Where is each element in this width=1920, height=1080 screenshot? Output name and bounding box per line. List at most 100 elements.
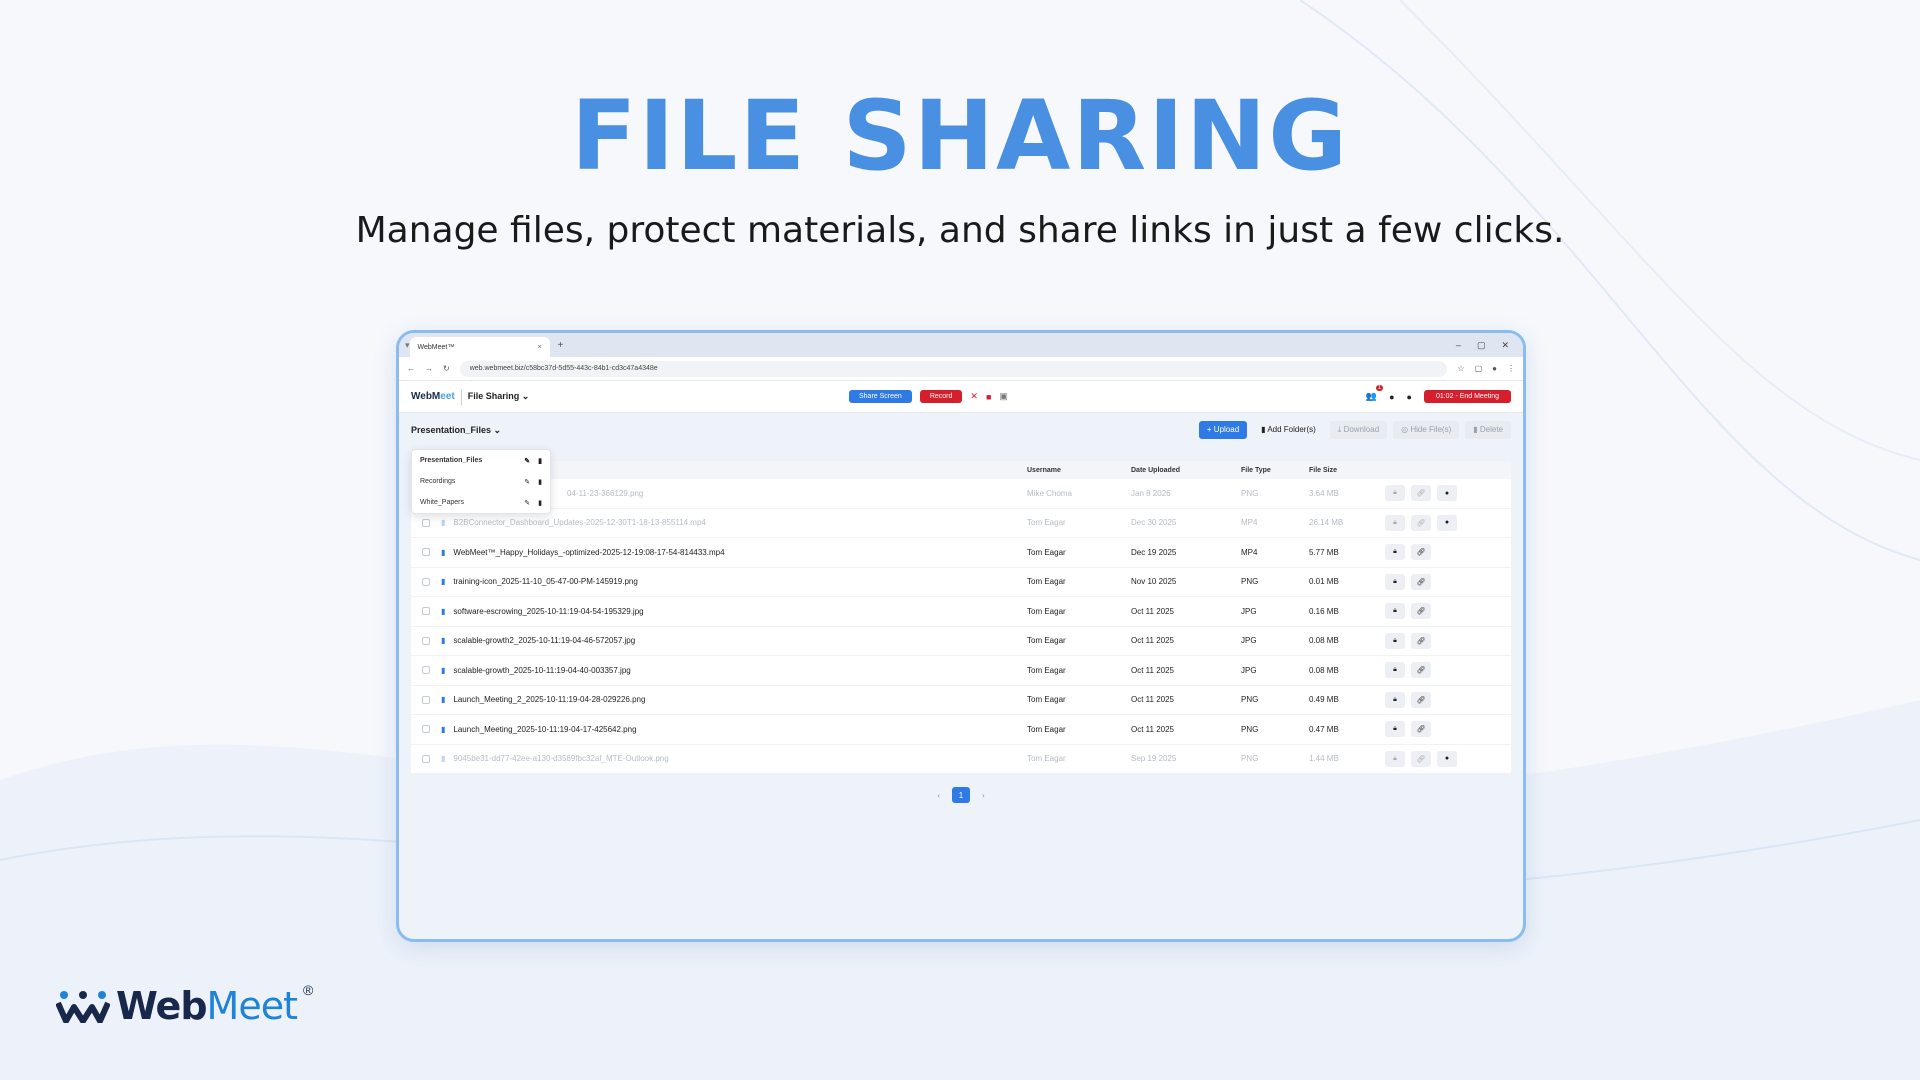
file-size: 5.77 MB bbox=[1309, 547, 1339, 557]
next-page-button[interactable]: › bbox=[982, 791, 985, 800]
lock-icon[interactable]: 🔒︎ bbox=[1385, 603, 1405, 620]
row-checkbox[interactable] bbox=[422, 518, 430, 527]
table-row[interactable]: ▮ training-icon_2025-11-10_05-47-00-PM-14… bbox=[411, 568, 1511, 597]
row-checkbox[interactable] bbox=[422, 695, 430, 704]
back-icon[interactable]: ← bbox=[407, 364, 415, 373]
link-icon[interactable]: 🔗︎ bbox=[1411, 514, 1431, 531]
bookmark-star-icon[interactable]: ☆ bbox=[1457, 364, 1464, 373]
table-row[interactable]: ▮ Launch_Meeting_2025-10-11:19-04-17-4256… bbox=[411, 715, 1511, 745]
column-username[interactable]: Username bbox=[1027, 467, 1131, 474]
table-row[interactable]: ▮ WebMeet™_Happy_Holidays_-optimized-2025… bbox=[411, 538, 1511, 568]
file-name[interactable]: scalable-growth_2025-10-11:19-04-40-0033… bbox=[453, 666, 630, 675]
lock-icon[interactable]: 🔒︎ bbox=[1385, 544, 1405, 561]
maximize-button[interactable]: ▢ bbox=[1477, 340, 1486, 351]
download-button[interactable]: ⤓ Download bbox=[1329, 421, 1388, 439]
lock-icon[interactable]: 🔒︎ bbox=[1385, 750, 1405, 767]
link-icon[interactable]: 🔗︎ bbox=[1411, 603, 1431, 620]
file-name[interactable]: Launch_Meeting_2_2025-10-11:19-04-28-029… bbox=[453, 695, 645, 704]
browser-tab[interactable]: WebMeet™ × bbox=[409, 337, 550, 357]
table-row[interactable]: ▮ B2BConnector_Dashboard_Updates-2025-12-… bbox=[411, 509, 1511, 538]
lock-icon[interactable]: 🔒︎ bbox=[1385, 514, 1405, 531]
table-row[interactable]: ▮ scalable-growth2_2025-10-11:19-04-46-57… bbox=[411, 627, 1511, 656]
reload-icon[interactable]: ↻ bbox=[443, 364, 450, 373]
row-checkbox[interactable] bbox=[422, 666, 430, 675]
row-checkbox[interactable] bbox=[422, 754, 430, 763]
info-icon[interactable]: ● bbox=[1407, 392, 1412, 402]
link-icon[interactable]: 🔗︎ bbox=[1411, 721, 1431, 738]
lock-icon[interactable]: 🔒︎ bbox=[1385, 573, 1405, 590]
lock-icon[interactable]: 🔒︎ bbox=[1385, 721, 1405, 738]
row-checkbox[interactable] bbox=[422, 607, 430, 616]
delete-button[interactable]: ▮ Delete bbox=[1465, 421, 1511, 439]
trash-icon[interactable]: ▮ bbox=[538, 457, 542, 465]
trash-icon[interactable]: ▮ bbox=[538, 499, 542, 507]
table-row[interactable]: ▮ scalable-growth_2025-10-11:19-04-40-003… bbox=[411, 656, 1511, 686]
table-row[interactable]: ▮ software-escrowing_2025-10-11:19-04-54-… bbox=[411, 597, 1511, 627]
lock-icon[interactable]: 🔒︎ bbox=[1385, 691, 1405, 708]
lock-icon[interactable]: 🔒︎ bbox=[1385, 632, 1405, 649]
new-tab-button[interactable]: + bbox=[558, 340, 564, 351]
section-selector[interactable]: File Sharing ⌄ bbox=[468, 391, 530, 402]
prev-page-button[interactable]: ‹ bbox=[937, 791, 940, 800]
row-checkbox[interactable] bbox=[422, 577, 430, 586]
trash-icon[interactable]: ▮ bbox=[538, 478, 542, 486]
lock-icon[interactable]: 🔒︎ bbox=[1385, 662, 1405, 679]
column-date[interactable]: Date Uploaded bbox=[1131, 467, 1241, 474]
file-name[interactable]: software-escrowing_2025-10-11:19-04-54-1… bbox=[453, 607, 643, 616]
folder-item[interactable]: White_Papers ✎ ▮ bbox=[412, 492, 550, 513]
menu-kebab-icon[interactable]: ⋮ bbox=[1507, 364, 1515, 373]
table-row[interactable]: ▮ 9045be31-dd77-42ee-a130-d3589fbc32af_MT… bbox=[411, 745, 1511, 774]
camera-off-icon[interactable]: ■ bbox=[986, 392, 991, 402]
captions-icon[interactable]: ▣ bbox=[999, 391, 1008, 402]
column-size[interactable]: File Size bbox=[1309, 467, 1385, 474]
file-name[interactable]: B2BConnector_Dashboard_Updates-2025-12-3… bbox=[453, 518, 705, 527]
link-icon[interactable]: 🔗︎ bbox=[1411, 485, 1431, 502]
edit-icon[interactable]: ✎ bbox=[524, 478, 530, 486]
file-name[interactable]: scalable-growth2_2025-10-11:19-04-46-572… bbox=[453, 636, 635, 645]
table-row[interactable]: ▮ Launch_Meeting_2_2025-10-11:19-04-28-02… bbox=[411, 686, 1511, 715]
link-icon[interactable]: 🔗︎ bbox=[1411, 544, 1431, 561]
column-type[interactable]: File Type bbox=[1241, 467, 1309, 474]
hide-files-button[interactable]: ◎ Hide File(s) bbox=[1393, 421, 1460, 439]
link-icon[interactable]: 🔗︎ bbox=[1411, 632, 1431, 649]
row-checkbox[interactable] bbox=[422, 548, 430, 557]
eye-icon[interactable]: ● bbox=[1437, 485, 1457, 502]
extensions-icon[interactable]: ▢ bbox=[1475, 364, 1483, 373]
participants-icon[interactable]: 👥 1 bbox=[1366, 385, 1384, 402]
edit-icon[interactable]: ✎ bbox=[524, 499, 530, 507]
file-name[interactable]: 04-11-23-366129.png bbox=[567, 489, 643, 498]
eye-icon[interactable]: ● bbox=[1437, 750, 1457, 767]
file-name[interactable]: training-icon_2025-11-10_05-47-00-PM-145… bbox=[453, 577, 637, 586]
profile-icon[interactable]: ● bbox=[1492, 364, 1497, 373]
file-name[interactable]: WebMeet™_Happy_Holidays_-optimized-2025-… bbox=[453, 548, 724, 557]
share-screen-button[interactable]: Share Screen bbox=[849, 390, 912, 403]
file-name[interactable]: 9045be31-dd77-42ee-a130-d3589fbc32af_MTE… bbox=[453, 754, 668, 763]
close-window-button[interactable]: ✕ bbox=[1501, 340, 1509, 351]
folder-selector[interactable]: Presentation_Files ⌄ bbox=[411, 425, 501, 436]
chat-icon[interactable]: ● bbox=[1389, 392, 1394, 402]
table-row[interactable]: 04-11-23-366129.png Mike Choma Jan 8 2026 P… bbox=[411, 479, 1511, 509]
record-button[interactable]: Record bbox=[919, 390, 963, 403]
chevron-down-icon[interactable]: ▾ bbox=[405, 340, 410, 351]
add-folder-button[interactable]: ▮ Add Folder(s) bbox=[1253, 421, 1324, 439]
folder-item[interactable]: Presentation_Files ✎ ▮ bbox=[412, 450, 550, 471]
lock-icon[interactable]: 🔒︎ bbox=[1385, 485, 1405, 502]
link-icon[interactable]: 🔗︎ bbox=[1411, 750, 1431, 767]
link-icon[interactable]: 🔗︎ bbox=[1411, 573, 1431, 590]
end-meeting-button[interactable]: 01:02 - End Meeting bbox=[1423, 390, 1511, 403]
eye-icon[interactable]: ● bbox=[1437, 514, 1457, 531]
file-name[interactable]: Launch_Meeting_2025-10-11:19-04-17-42564… bbox=[453, 725, 636, 734]
row-checkbox[interactable] bbox=[422, 725, 430, 734]
link-icon[interactable]: 🔗︎ bbox=[1411, 691, 1431, 708]
link-icon[interactable]: 🔗︎ bbox=[1411, 662, 1431, 679]
forward-icon[interactable]: → bbox=[425, 364, 433, 373]
mic-off-icon[interactable]: ✕ bbox=[970, 391, 978, 402]
upload-button[interactable]: + Upload bbox=[1198, 421, 1248, 439]
minimize-button[interactable]: – bbox=[1456, 340, 1461, 351]
page-1-button[interactable]: 1 bbox=[952, 787, 970, 803]
url-field[interactable]: web.webmeet.biz/c58bc37d-5d55-443c-84b1-… bbox=[459, 360, 1448, 377]
close-tab-icon[interactable]: × bbox=[537, 344, 541, 351]
folder-item[interactable]: Recordings ✎ ▮ bbox=[412, 471, 550, 492]
row-checkbox[interactable] bbox=[422, 636, 430, 645]
edit-icon[interactable]: ✎ bbox=[524, 457, 530, 465]
